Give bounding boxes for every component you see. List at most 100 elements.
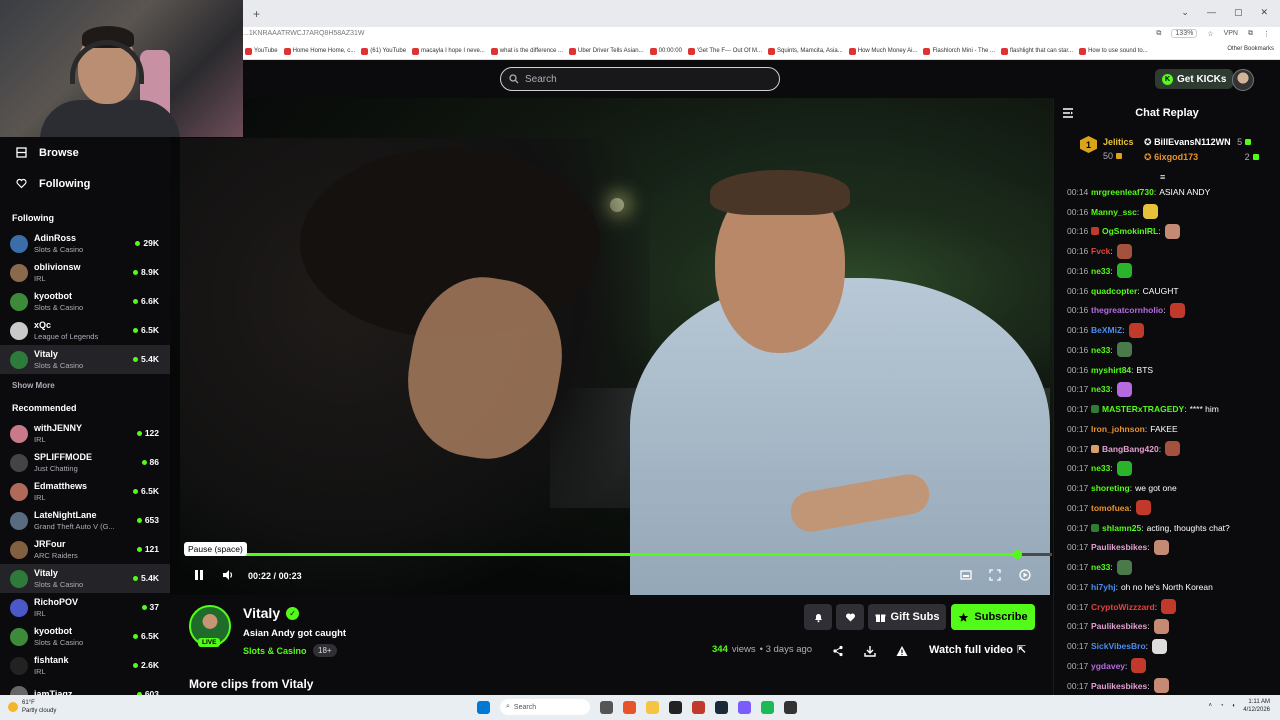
- address-bar[interactable]: ...1KNRAAATRWCJ7ARQ8H58AZ31W ⧉ 133% ☆ VP…: [243, 27, 1280, 43]
- sidebar-channel-vitaly[interactable]: Vitaly Slots & Casino 5.4K: [0, 345, 170, 374]
- chat-username[interactable]: BangBang420: [1102, 444, 1159, 454]
- bookmark-item[interactable]: Squints, Mamcita, Asia...: [768, 47, 843, 55]
- obs-icon[interactable]: [784, 700, 797, 714]
- seek-bar[interactable]: [185, 550, 1052, 559]
- bookmark-item[interactable]: Home Home Home, c...: [283, 47, 355, 55]
- minimize-button[interactable]: —: [1207, 7, 1216, 18]
- vpn-badge[interactable]: VPN: [1224, 30, 1238, 37]
- chat-username[interactable]: CryptoWizzzard: [1091, 602, 1155, 612]
- sidebar-channel-richopov[interactable]: RichoPOV IRL 37: [0, 593, 170, 622]
- spotify-icon[interactable]: [761, 700, 774, 714]
- sidebar-channel-jamtiagz[interactable]: jamTiagz 603: [0, 680, 170, 695]
- task-view-icon[interactable]: [600, 700, 613, 714]
- extensions-icon[interactable]: ⧉: [1248, 30, 1253, 38]
- streamer-name[interactable]: Vitaly: [243, 605, 280, 621]
- playback-speed-button[interactable]: [1018, 568, 1032, 582]
- get-kicks-button[interactable]: K Get KICKs: [1155, 69, 1234, 89]
- bookmark-item[interactable]: How to use sound to...: [1079, 47, 1148, 55]
- other-bookmarks[interactable]: Other Bookmarks: [1227, 46, 1274, 52]
- report-button[interactable]: [896, 644, 908, 656]
- sidebar-channel-withjenny[interactable]: withJENNY IRL 122: [0, 419, 170, 448]
- chat-username[interactable]: BeXMiZ: [1091, 325, 1122, 335]
- gift-subs-button[interactable]: Gift Subs: [868, 604, 946, 630]
- taskbar-search[interactable]: ⌕ Search: [500, 699, 590, 715]
- theater-mode-button[interactable]: [959, 568, 973, 582]
- sidebar-channel-jrfour[interactable]: JRFour ARC Raiders 121: [0, 535, 170, 564]
- notify-button[interactable]: [804, 604, 832, 630]
- bookmark-item[interactable]: 00:00:00: [649, 47, 682, 55]
- install-icon[interactable]: ⧉: [1156, 30, 1161, 38]
- sidebar-item-following[interactable]: Following: [0, 168, 170, 199]
- bookmark-item[interactable]: (61) YouTube: [361, 47, 406, 55]
- maximize-button[interactable]: ▢: [1234, 7, 1243, 18]
- volume-button[interactable]: [221, 568, 235, 582]
- sidebar-channel-fishtank[interactable]: fishtank IRL 2.6K: [0, 651, 170, 680]
- user-avatar[interactable]: [1232, 69, 1254, 91]
- menu-icon[interactable]: ⋮: [1263, 30, 1270, 38]
- chevron-up-icon[interactable]: ˄: [1209, 703, 1213, 709]
- watch-full-video-link[interactable]: Watch full video ⇱: [929, 643, 1026, 657]
- chat-username[interactable]: ygdavey: [1091, 661, 1125, 671]
- wifi-icon[interactable]: ◔: [1220, 703, 1224, 709]
- chat-username[interactable]: SickVibesBro: [1091, 641, 1146, 651]
- app-icon[interactable]: [692, 700, 705, 714]
- chat-username[interactable]: Manny_ssc: [1091, 207, 1137, 217]
- chat-username[interactable]: Paulikesbikes: [1091, 621, 1147, 631]
- chat-username[interactable]: hi7yhj: [1091, 582, 1116, 592]
- chat-username[interactable]: shoreting: [1091, 483, 1130, 493]
- sidebar-channel-spliffmode[interactable]: SPLIFFMODE Just Chatting 86: [0, 448, 170, 477]
- brave-browser-icon[interactable]: [623, 700, 636, 714]
- leader-first-name[interactable]: Jelitics: [1103, 137, 1134, 147]
- steam-icon[interactable]: [715, 700, 728, 714]
- chat-username[interactable]: shlamn25: [1102, 523, 1141, 533]
- expand-leaderboard-icon[interactable]: ≡: [1160, 172, 1165, 182]
- bookmark-item[interactable]: flashlight that can star...: [1001, 47, 1073, 55]
- bookmark-item[interactable]: 'Get The F--- Out Of M...: [687, 47, 762, 55]
- sidebar-channel-xqc[interactable]: xQc League of Legends 6.5K: [0, 316, 170, 345]
- chat-username[interactable]: myshirt84: [1091, 365, 1131, 375]
- bookmark-item[interactable]: Uber Driver Tells Asian...: [569, 47, 644, 55]
- follow-button[interactable]: [836, 604, 864, 630]
- file-explorer-icon[interactable]: [646, 700, 659, 714]
- windows-start-icon[interactable]: [477, 700, 490, 714]
- chat-username[interactable]: ne33: [1091, 463, 1110, 473]
- bookmark-item[interactable]: macayla I hope I neve...: [412, 47, 485, 55]
- sidebar-channel-vitaly[interactable]: Vitaly Slots & Casino 5.4K: [0, 564, 170, 593]
- bookmark-item[interactable]: How Much Money Ai...: [848, 47, 917, 55]
- chat-username[interactable]: Paulikesbikes: [1091, 681, 1147, 691]
- download-button[interactable]: [864, 644, 876, 657]
- chat-username[interactable]: ne33: [1091, 345, 1110, 355]
- chat-username[interactable]: ne33: [1091, 384, 1110, 394]
- sidebar-channel-latenightlane[interactable]: LateNightLane Grand Theft Auto V (G... 653: [0, 506, 170, 535]
- chat-username[interactable]: Paulikesbikes: [1091, 542, 1147, 552]
- fullscreen-button[interactable]: [988, 568, 1002, 582]
- leader-third-name[interactable]: 6ixgod173: [1154, 152, 1198, 162]
- new-tab-button[interactable]: +: [253, 7, 260, 21]
- url-text[interactable]: ...1KNRAAATRWCJ7ARQ8H58AZ31W: [243, 30, 365, 37]
- sidebar-item-browse[interactable]: Browse: [0, 137, 170, 168]
- pause-button[interactable]: [192, 568, 206, 582]
- show-more-button[interactable]: Show More: [0, 374, 170, 397]
- bookmark-item[interactable]: what is the difference ...: [490, 47, 563, 55]
- chat-username[interactable]: ne33: [1091, 562, 1110, 572]
- share-button[interactable]: [832, 644, 844, 657]
- sidebar-channel-kyootbot[interactable]: kyootbot Slots & Casino 6.5K: [0, 622, 170, 651]
- chat-username[interactable]: quadcopter: [1091, 286, 1137, 296]
- chat-username[interactable]: MASTERxTRAGEDY: [1102, 404, 1184, 414]
- chat-username[interactable]: OgSmokinIRL: [1102, 226, 1158, 236]
- chat-username[interactable]: Iron_johnson: [1091, 424, 1145, 434]
- collapse-chat-icon[interactable]: [1062, 107, 1074, 119]
- speaker-icon[interactable]: ◖: [1232, 703, 1236, 709]
- sidebar-channel-adinross[interactable]: AdinRoss Slots & Casino 29K: [0, 229, 170, 258]
- video-player[interactable]: [170, 98, 1053, 595]
- sidebar-channel-edmatthews[interactable]: Edmatthews IRL 6.5K: [0, 477, 170, 506]
- subscribe-button[interactable]: Subscribe: [951, 604, 1035, 630]
- sidebar-channel-oblivionsw[interactable]: oblivionsw IRL 8.9K: [0, 258, 170, 287]
- chat-username[interactable]: ne33: [1091, 266, 1110, 276]
- weather-widget[interactable]: 61°F Partly cloudy: [8, 699, 56, 715]
- leader-second-name[interactable]: BillEvansN112WN: [1154, 137, 1231, 147]
- tab-search-icon[interactable]: ⌄: [1181, 7, 1189, 18]
- discord-icon[interactable]: [738, 700, 751, 714]
- sidebar-channel-kyootbot[interactable]: kyootbot Slots & Casino 6.6K: [0, 287, 170, 316]
- close-window-button[interactable]: ✕: [1260, 7, 1268, 18]
